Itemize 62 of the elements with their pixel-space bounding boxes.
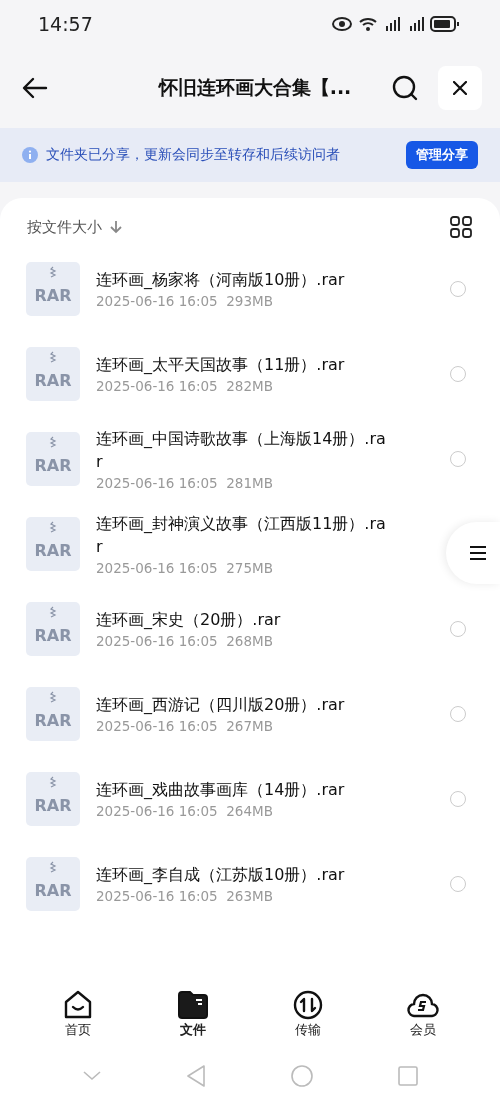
file-meta: 2025-06-16 16:05 281MB [96, 474, 274, 491]
file-meta: 2025-06-16 16:05 268MB [96, 633, 274, 649]
eye-icon [332, 17, 352, 31]
file-name: 连环画_杨家将（河南版10册）.rar [96, 269, 346, 291]
file-row[interactable]: RAR 连环画_太平天国故事（11册）.rar 2025-06-16 16:05 282MB [0, 331, 500, 416]
file-name: 连环画_宋史（20册）.rar [96, 609, 282, 631]
rar-file-icon: RAR [26, 771, 80, 826]
wifi-icon [359, 17, 377, 31]
signal-icon [410, 17, 424, 31]
recents-icon[interactable] [397, 1066, 418, 1086]
close-icon [453, 81, 467, 95]
tab[interactable]: 首页 [42, 989, 113, 1039]
transfer-icon [292, 989, 323, 1020]
signal-icon [386, 17, 400, 31]
tab[interactable]: 文件 [157, 989, 228, 1039]
menu-button[interactable] [446, 522, 500, 584]
rar-file-icon: RAR [26, 686, 80, 741]
file-row[interactable]: RAR 连环画_杨家将（河南版10册）.rar 2025-06-16 16:05 293MB [0, 246, 500, 331]
status-time: 14:57 [38, 13, 93, 35]
file-name: 连环画_西游记（四川版20册）.rar [96, 694, 346, 716]
rar-file-icon: RAR [26, 261, 80, 316]
back-icon[interactable] [185, 1065, 206, 1087]
home-icon[interactable] [290, 1065, 313, 1087]
collapse-icon[interactable] [82, 1071, 101, 1081]
file-name: 连环画_太平天国故事（11册）.rar [96, 354, 346, 376]
menu-icon [470, 546, 486, 560]
down-arrow-icon[interactable] [110, 220, 122, 234]
file-meta: 2025-06-16 16:05 264MB [96, 803, 274, 819]
back-arrow-icon[interactable] [22, 77, 48, 99]
search-icon[interactable] [392, 75, 418, 101]
battery-icon [430, 16, 459, 32]
file-name: 连环画_戏曲故事画库（14册）.rar [96, 779, 346, 801]
rar-file-icon: RAR [26, 431, 80, 486]
file-row[interactable]: RAR 连环画_李自成（江苏版10册）.rar 2025-06-16 16:05 263MB [0, 841, 500, 926]
smiling-house-icon [62, 989, 93, 1020]
file-row[interactable]: RAR 连环画_西游记（四川版20册）.rar 2025-06-16 16:05 267MB [0, 671, 500, 756]
close-button[interactable] [438, 66, 482, 110]
tab[interactable]: 会员 [387, 989, 458, 1039]
file-row[interactable]: RAR 连环画_戏曲故事画库（14册）.rar 2025-06-16 16:05 264MB [0, 756, 500, 841]
file-name: 连环画_李自成（江苏版10册）.rar [96, 864, 346, 886]
file-meta: 2025-06-16 16:05 263MB [96, 888, 274, 904]
page-title: 怀旧连环画大合集【... [157, 75, 353, 100]
file-meta: 2025-06-16 16:05 275MB [96, 559, 274, 576]
rar-file-icon: RAR [26, 856, 80, 911]
manage-share-button[interactable]: 管理分享 [406, 141, 478, 169]
sort-label[interactable]: 按文件大小 [27, 217, 102, 237]
tab[interactable]: 传输 [272, 989, 343, 1039]
rar-file-icon: RAR [26, 346, 80, 401]
share-notice: 文件夹已分享，更新会同步至转存和后续访问者 [46, 146, 341, 164]
file-meta: 2025-06-16 16:05 267MB [96, 718, 274, 734]
folder-icon [177, 989, 208, 1020]
file-meta: 2025-06-16 16:05 282MB [96, 378, 274, 394]
grid-view-icon[interactable] [450, 216, 472, 238]
rar-file-icon: RAR [26, 601, 80, 656]
file-name: 连环画_中国诗歌故事（上海版14册）.rar [96, 427, 387, 473]
file-row[interactable]: RAR 连环画_中国诗歌故事（上海版14册）.rar 2025-06-16 16:05 281MB [0, 416, 500, 501]
file-name: 连环画_封神演义故事（江西版11册）.rar [96, 512, 387, 558]
info-icon [22, 147, 38, 163]
file-row[interactable]: RAR 连环画_封神演义故事（江西版11册）.rar 2025-06-16 16:05 275MB [0, 501, 500, 586]
rar-file-icon: RAR [26, 516, 80, 571]
file-row[interactable]: RAR 连环画_宋史（20册）.rar 2025-06-16 16:05 268MB [0, 586, 500, 671]
file-meta: 2025-06-16 16:05 293MB [96, 293, 274, 309]
